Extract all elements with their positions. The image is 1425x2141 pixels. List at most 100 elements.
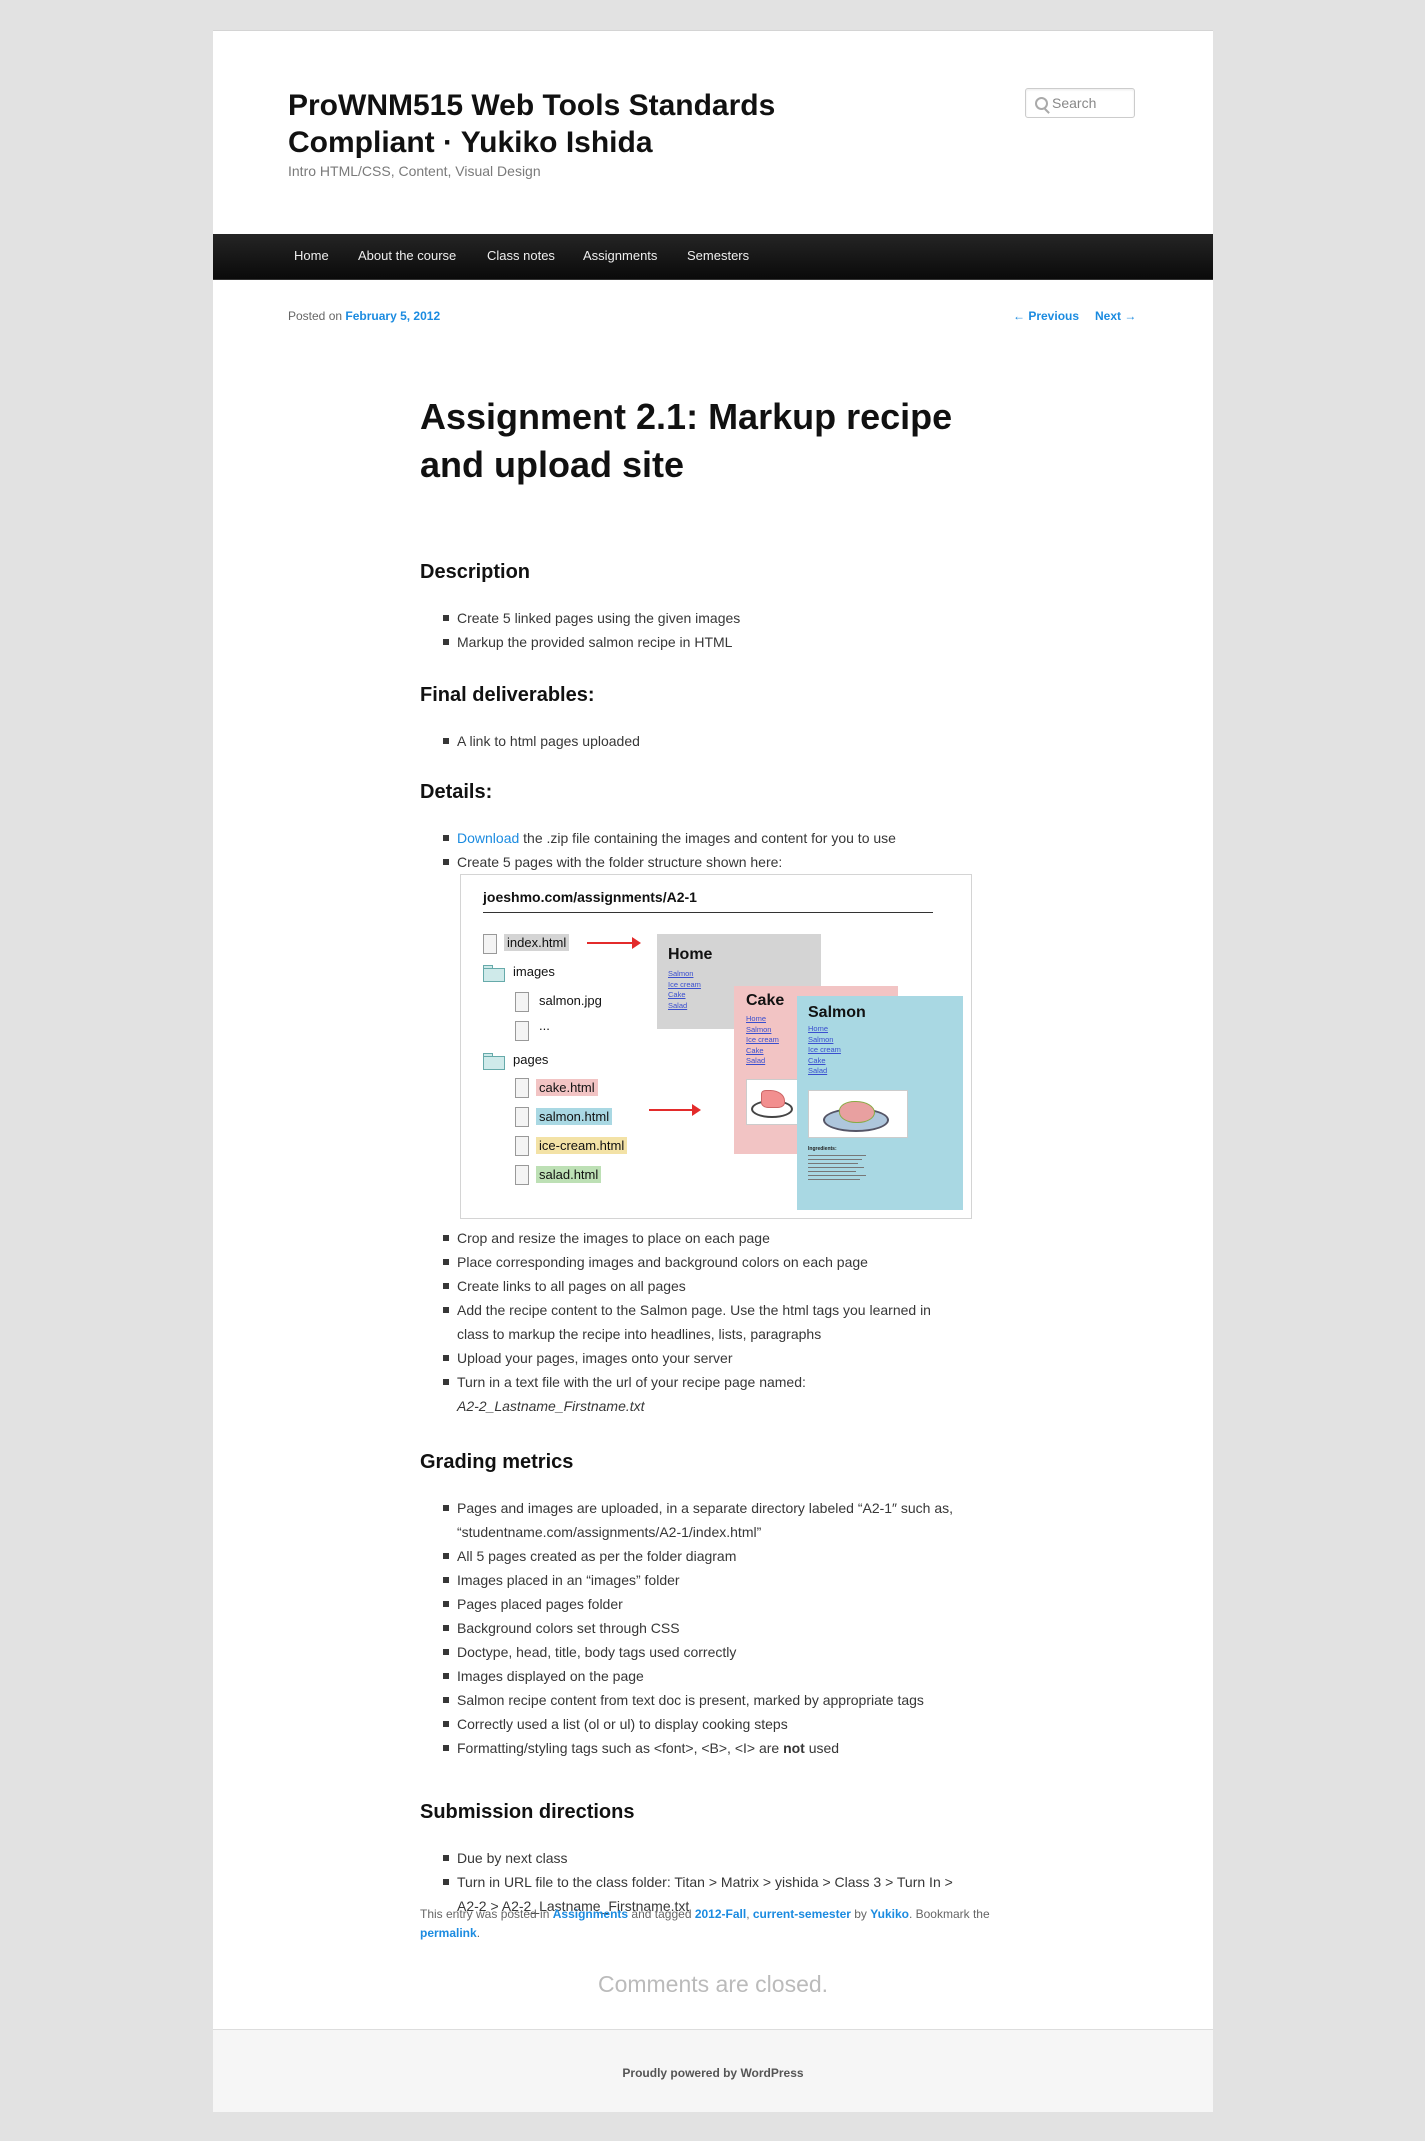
nav-item-about[interactable]: About the course xyxy=(358,248,456,263)
folder-structure-diagram: joeshmo.com/assignments/A2-1 index.html … xyxy=(460,874,972,1219)
submission-heading: Submission directions xyxy=(420,1801,635,1823)
ingredient-line xyxy=(808,1179,860,1180)
salmon-image xyxy=(808,1090,908,1138)
file-label-salad: salad.html xyxy=(536,1166,602,1183)
folder-icon xyxy=(483,1053,505,1070)
main-nav: Home About the course Class notes Assign… xyxy=(213,234,1213,280)
comments-closed-notice: Comments are closed. xyxy=(597,1971,829,1997)
ingredient-line xyxy=(808,1163,858,1164)
tag-link-2012-fall[interactable]: 2012-Fall xyxy=(695,1907,746,1921)
article: Assignment 2.1: Markup recipe and upload… xyxy=(420,393,980,1914)
list-item: Crop and resize the images to place on e… xyxy=(420,1226,960,1250)
diagram-url: joeshmo.com/assignments/A2-1 xyxy=(483,889,697,905)
search-icon xyxy=(1035,97,1048,110)
details-heading: Details: xyxy=(420,781,493,803)
ingredient-line xyxy=(808,1159,862,1160)
file-label-icecream: ice-cream.html xyxy=(536,1137,628,1154)
file-label-salmon-jpg: salmon.jpg xyxy=(539,993,602,1008)
details-list: Download the .zip file containing the im… xyxy=(420,826,960,874)
site-footer: Proudly powered by WordPress xyxy=(213,2029,1213,2112)
card-link: Salad xyxy=(746,1056,766,1066)
card-link: Cake xyxy=(746,1045,764,1055)
file-icon xyxy=(515,1136,529,1156)
card-link: Ice cream xyxy=(746,1035,779,1045)
ingredients-label: Ingredients: xyxy=(808,1146,837,1152)
list-item: All 5 pages created as per the folder di… xyxy=(420,1544,960,1568)
page-container: ProWNM515 Web Tools Standards Compliant … xyxy=(213,30,1213,2112)
card-link: Ice cream xyxy=(668,979,701,989)
nav-item-class-notes[interactable]: Class notes xyxy=(487,248,555,263)
cake-card-title: Cake xyxy=(746,992,785,1009)
home-card-title: Home xyxy=(668,946,713,963)
permalink[interactable]: permalink xyxy=(420,1926,477,1940)
card-link: Salad xyxy=(808,1066,828,1076)
powered-by-link[interactable]: Proudly powered by WordPress xyxy=(213,2066,1213,2080)
next-post-link[interactable]: Next → xyxy=(1095,309,1136,323)
file-icon xyxy=(515,992,529,1012)
file-icon xyxy=(515,1078,529,1098)
folder-label-pages: pages xyxy=(513,1052,549,1067)
entry-footer-meta: This entry was posted in Assignments and… xyxy=(420,1907,990,1940)
nav-item-assignments[interactable]: Assignments xyxy=(583,248,657,263)
card-link: Ice cream xyxy=(808,1045,841,1055)
description-list: Create 5 linked pages using the given im… xyxy=(420,606,960,654)
file-label-ellipsis: ... xyxy=(539,1018,550,1033)
ingredient-line xyxy=(808,1171,856,1172)
list-item: Formatting/styling tags such as <font>, … xyxy=(420,1736,960,1760)
entry-title: Assignment 2.1: Markup recipe and upload… xyxy=(420,396,953,485)
list-item: Salmon recipe content from text doc is p… xyxy=(420,1688,960,1712)
list-item: Pages placed pages folder xyxy=(420,1592,960,1616)
arrow-index xyxy=(587,937,641,949)
post-date-line: Posted on February 5, 2012 xyxy=(288,309,440,323)
nav-item-home[interactable]: Home xyxy=(294,248,329,263)
salmon-page-card: Salmon Home Salmon Ice cream Cake Salad … xyxy=(797,996,963,1210)
list-item: Place corresponding images and backgroun… xyxy=(420,1250,960,1274)
list-item: A link to html pages uploaded xyxy=(420,729,960,753)
posted-on-label: Posted on xyxy=(288,309,343,323)
file-label-index: index.html xyxy=(504,934,570,951)
list-item: Due by next class xyxy=(420,1846,960,1870)
search-input[interactable] xyxy=(1052,94,1130,112)
tag-link-current-semester[interactable]: current-semester xyxy=(753,1907,851,1921)
description-heading: Description xyxy=(420,561,531,583)
site-description: Intro HTML/CSS, Content, Visual Design xyxy=(288,163,541,179)
nav-item-semesters[interactable]: Semesters xyxy=(687,248,749,263)
list-item: Doctype, head, title, body tags used cor… xyxy=(420,1640,960,1664)
folder-icon xyxy=(483,965,505,982)
list-item: Images placed in an “images” folder xyxy=(420,1568,960,1592)
card-link: Home xyxy=(808,1024,829,1033)
list-item: Download the .zip file containing the im… xyxy=(420,826,960,850)
file-label-cake: cake.html xyxy=(536,1079,598,1096)
salmon-card-links: Home Salmon Ice cream Cake Salad xyxy=(808,1024,841,1077)
details-list-continued: Crop and resize the images to place on e… xyxy=(420,1226,960,1418)
diagram-rule xyxy=(483,912,933,913)
grading-list: Pages and images are uploaded, in a sepa… xyxy=(420,1496,960,1760)
grading-heading: Grading metrics xyxy=(420,1451,574,1473)
file-icon xyxy=(515,1165,529,1185)
list-item: Correctly used a list (ol or ul) to disp… xyxy=(420,1712,960,1736)
card-link: Salmon xyxy=(808,1034,834,1044)
card-link: Cake xyxy=(668,990,686,1000)
file-icon xyxy=(515,1021,529,1041)
site-title[interactable]: ProWNM515 Web Tools Standards Compliant … xyxy=(288,87,848,161)
author-link[interactable]: Yukiko xyxy=(870,1907,909,1921)
list-item: Images displayed on the page xyxy=(420,1664,960,1688)
cake-card-links: Home Salmon Ice cream Cake Salad xyxy=(746,1014,779,1067)
previous-post-link[interactable]: ← Previous xyxy=(1013,309,1079,323)
turnin-filename: A2-2_Lastname_Firstname.txt xyxy=(457,1398,645,1414)
list-item: Create links to all pages on all pages xyxy=(420,1274,960,1298)
card-link: Salmon xyxy=(746,1024,772,1034)
card-link: Home xyxy=(746,1014,767,1023)
download-link[interactable]: Download xyxy=(457,830,519,846)
card-link: Salmon xyxy=(668,969,694,978)
category-link[interactable]: Assignments xyxy=(553,1907,628,1921)
list-item: Markup the provided salmon recipe in HTM… xyxy=(420,630,960,654)
list-item: Create 5 pages with the folder structure… xyxy=(420,850,960,874)
list-item: Turn in a text file with the url of your… xyxy=(420,1370,960,1418)
file-label-salmon: salmon.html xyxy=(536,1108,613,1125)
search-box[interactable] xyxy=(1025,88,1135,118)
post-date-link[interactable]: February 5, 2012 xyxy=(345,309,440,323)
file-icon xyxy=(515,1107,529,1127)
deliverables-list: A link to html pages uploaded xyxy=(420,729,960,753)
card-link: Salad xyxy=(668,1000,688,1010)
